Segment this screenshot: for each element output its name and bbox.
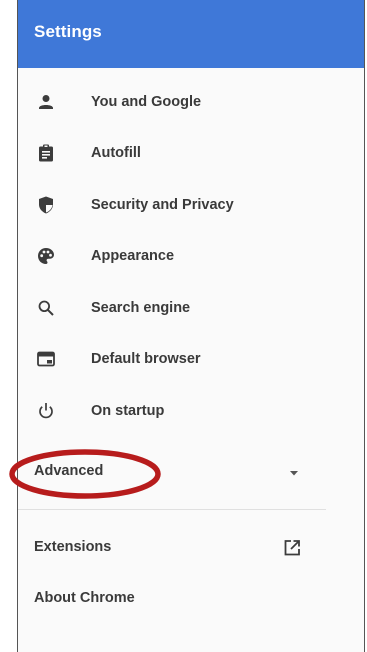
- palette-icon: [36, 246, 56, 266]
- search-icon: [36, 298, 56, 318]
- nav-item-label: Default browser: [91, 351, 201, 368]
- nav-item-search-engine[interactable]: Search engine: [18, 282, 328, 334]
- nav-item-label: Appearance: [91, 248, 175, 265]
- section-divider: [18, 509, 326, 510]
- person-icon: [36, 92, 56, 112]
- extensions-link[interactable]: Extensions: [18, 528, 328, 568]
- nav-item-label: You and Google: [91, 93, 202, 110]
- nav-item-label: Autofill: [91, 145, 141, 162]
- nav-item-on-startup[interactable]: On startup: [18, 385, 328, 437]
- nav-item-default-browser[interactable]: Default browser: [18, 334, 328, 386]
- advanced-section-toggle[interactable]: Advanced: [18, 450, 328, 494]
- clipboard-icon: [36, 143, 56, 163]
- nav-item-appearance[interactable]: Appearance: [18, 231, 328, 283]
- shield-icon: [36, 195, 56, 215]
- browser-window-icon: [36, 349, 56, 369]
- power-icon: [36, 401, 56, 421]
- settings-header: Settings: [18, 0, 364, 68]
- extensions-label: Extensions: [34, 539, 112, 555]
- nav-item-label: Security and Privacy: [91, 196, 234, 213]
- settings-nav: You and Google Autofill Security and Pri…: [18, 76, 328, 437]
- dropdown-arrow-icon: [288, 466, 300, 478]
- settings-sidebar: Settings You and Google Autofill Securit…: [17, 0, 365, 652]
- header-title: Settings: [34, 22, 102, 41]
- open-in-new-icon: [282, 538, 302, 558]
- nav-item-autofill[interactable]: Autofill: [18, 128, 328, 180]
- about-chrome-label: About Chrome: [34, 590, 135, 606]
- about-chrome-link[interactable]: About Chrome: [18, 579, 328, 619]
- nav-item-label: On startup: [91, 402, 165, 419]
- advanced-label: Advanced: [34, 463, 104, 479]
- nav-item-you-and-google[interactable]: You and Google: [18, 76, 328, 128]
- nav-item-label: Search engine: [91, 299, 191, 316]
- nav-item-security-and-privacy[interactable]: Security and Privacy: [18, 179, 328, 231]
